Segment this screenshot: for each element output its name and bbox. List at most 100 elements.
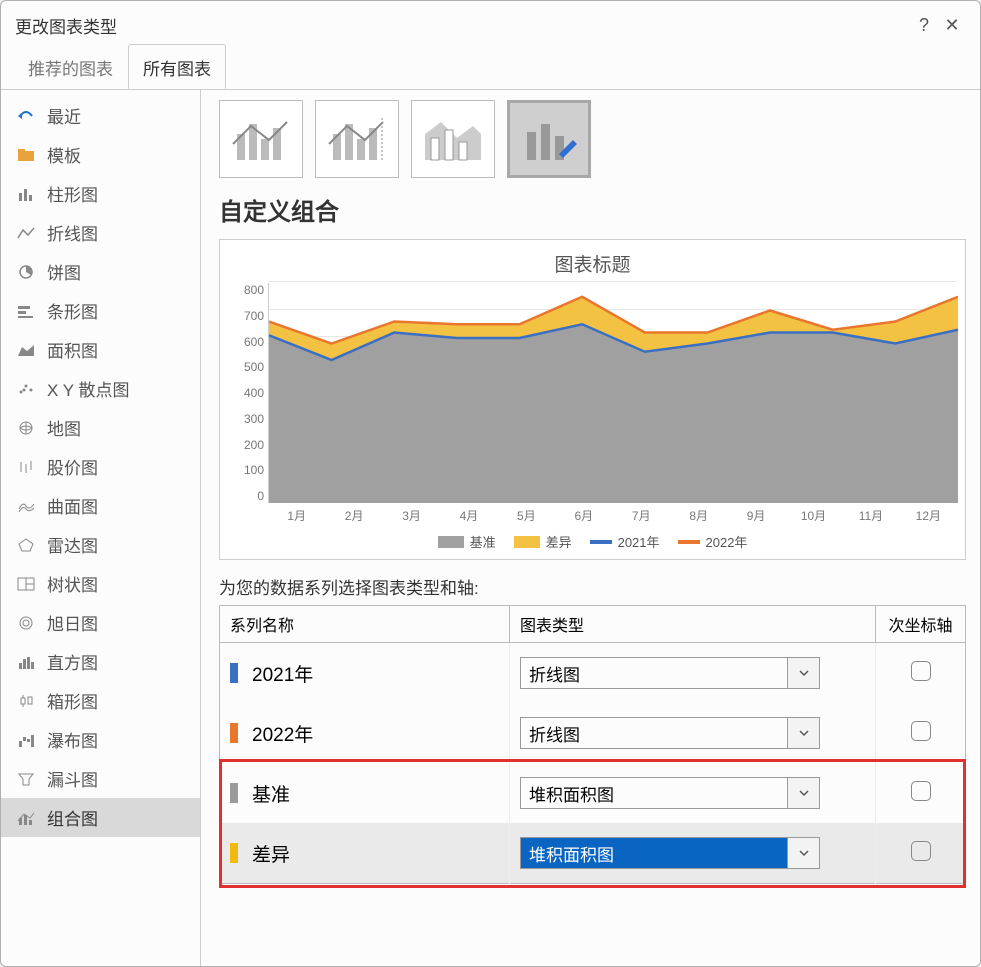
y-tick: 0 xyxy=(257,489,264,503)
undo-icon xyxy=(15,107,37,125)
x-axis: 1月2月3月4月5月6月7月8月9月10月11月12月 xyxy=(268,503,957,524)
funnel-chart-icon xyxy=(15,770,37,788)
series-row: 差异堆积面积图 xyxy=(220,823,966,884)
sidebar-item-label: X Y 散点图 xyxy=(47,376,130,401)
x-tick: 8月 xyxy=(670,503,727,524)
sidebar-item-17[interactable]: 漏斗图 xyxy=(1,759,200,798)
sidebar-item-label: 条形图 xyxy=(47,298,98,323)
chart-type-select[interactable]: 堆积面积图 xyxy=(520,837,820,869)
sidebar-item-label: 最近 xyxy=(47,103,81,128)
x-tick: 12月 xyxy=(900,503,957,524)
legend-label: 基准 xyxy=(470,532,496,551)
legend-swatch xyxy=(514,536,540,548)
sidebar-item-label: 面积图 xyxy=(47,337,98,362)
select-value: 折线图 xyxy=(521,658,787,688)
sidebar-item-label: 地图 xyxy=(47,415,81,440)
sidebar-item-12[interactable]: 树状图 xyxy=(1,564,200,603)
legend-swatch xyxy=(590,540,612,544)
sidebar-item-label: 组合图 xyxy=(47,805,98,830)
line-chart-icon xyxy=(15,224,37,242)
help-button[interactable]: ? xyxy=(910,11,938,39)
folder-icon xyxy=(15,146,37,164)
sidebar-item-label: 股价图 xyxy=(47,454,98,479)
chart-type-select[interactable]: 折线图 xyxy=(520,657,820,689)
sidebar-item-2[interactable]: 柱形图 xyxy=(1,174,200,213)
bar-chart-icon xyxy=(15,302,37,320)
chart-legend: 基准差异2021年2022年 xyxy=(228,532,957,551)
y-tick: 400 xyxy=(244,386,264,400)
legend-label: 差异 xyxy=(546,532,572,551)
series-name-label: 2022年 xyxy=(252,720,313,747)
chart-type-select[interactable]: 折线图 xyxy=(520,717,820,749)
boxplot-chart-icon xyxy=(15,692,37,710)
main-panel: 自定义组合 图表标题 8007006005004003002001000 1月2… xyxy=(201,90,980,966)
sidebar-item-8[interactable]: 地图 xyxy=(1,408,200,447)
legend-label: 2022年 xyxy=(706,532,748,551)
sidebar-item-6[interactable]: 面积图 xyxy=(1,330,200,369)
sidebar-item-16[interactable]: 瀑布图 xyxy=(1,720,200,759)
x-tick: 6月 xyxy=(555,503,612,524)
chevron-down-icon[interactable] xyxy=(787,658,819,688)
chevron-down-icon[interactable] xyxy=(787,778,819,808)
select-value: 折线图 xyxy=(521,718,787,748)
y-axis: 8007006005004003002001000 xyxy=(228,283,268,503)
secondary-axis-checkbox[interactable] xyxy=(911,841,931,861)
series-prompt: 为您的数据系列选择图表类型和轴: xyxy=(219,574,966,599)
legend-swatch xyxy=(438,536,464,548)
x-tick: 3月 xyxy=(383,503,440,524)
sidebar-item-13[interactable]: 旭日图 xyxy=(1,603,200,642)
series-row: 基准堆积面积图 xyxy=(220,763,966,823)
series-color-swatch xyxy=(230,783,238,803)
close-button[interactable]: ✕ xyxy=(938,11,966,39)
sidebar-item-9[interactable]: 股价图 xyxy=(1,447,200,486)
secondary-axis-checkbox[interactable] xyxy=(911,781,931,801)
waterfall-chart-icon xyxy=(15,731,37,749)
combo-subtype-2[interactable] xyxy=(315,100,399,178)
combo-subtype-3[interactable] xyxy=(411,100,495,178)
surface-chart-icon xyxy=(15,497,37,515)
x-tick: 5月 xyxy=(498,503,555,524)
column-chart-icon xyxy=(15,185,37,203)
y-tick: 600 xyxy=(244,335,264,349)
chart-type-select[interactable]: 堆积面积图 xyxy=(520,777,820,809)
sidebar-item-5[interactable]: 条形图 xyxy=(1,291,200,330)
sidebar-item-label: 模板 xyxy=(47,142,81,167)
sunburst-chart-icon xyxy=(15,614,37,632)
sidebar-item-15[interactable]: 箱形图 xyxy=(1,681,200,720)
sidebar-item-0[interactable]: 最近 xyxy=(1,96,200,135)
sidebar-item-10[interactable]: 曲面图 xyxy=(1,486,200,525)
secondary-axis-checkbox[interactable] xyxy=(911,661,931,681)
sidebar-item-4[interactable]: 饼图 xyxy=(1,252,200,291)
titlebar: 更改图表类型 ? ✕ xyxy=(1,1,980,43)
series-row: 2021年折线图 xyxy=(220,643,966,704)
chevron-down-icon[interactable] xyxy=(787,718,819,748)
x-tick: 11月 xyxy=(842,503,899,524)
tab-all-charts[interactable]: 所有图表 xyxy=(128,44,226,89)
secondary-axis-checkbox[interactable] xyxy=(911,721,931,741)
tab-recommended[interactable]: 推荐的图表 xyxy=(13,44,128,89)
sidebar-item-3[interactable]: 折线图 xyxy=(1,213,200,252)
y-tick: 300 xyxy=(244,412,264,426)
sidebar-item-label: 饼图 xyxy=(47,259,81,284)
combo-subtype-1[interactable] xyxy=(219,100,303,178)
series-name-cell: 基准 xyxy=(230,780,499,807)
combo-chart-icon xyxy=(15,809,37,827)
map-chart-icon xyxy=(15,419,37,437)
y-tick: 800 xyxy=(244,283,264,297)
pie-chart-icon xyxy=(15,263,37,281)
chevron-down-icon[interactable] xyxy=(787,838,819,868)
sidebar-item-18[interactable]: 组合图 xyxy=(1,798,200,837)
legend-item: 2022年 xyxy=(678,532,748,551)
sidebar-item-14[interactable]: 直方图 xyxy=(1,642,200,681)
plot-area xyxy=(268,283,957,503)
sidebar-item-label: 雷达图 xyxy=(47,532,98,557)
sidebar-item-label: 折线图 xyxy=(47,220,98,245)
sidebar-item-7[interactable]: X Y 散点图 xyxy=(1,369,200,408)
sidebar-item-label: 直方图 xyxy=(47,649,98,674)
chart-preview: 图表标题 8007006005004003002001000 1月2月3月4月5… xyxy=(219,239,966,560)
x-tick: 1月 xyxy=(268,503,325,524)
series-name-cell: 2022年 xyxy=(230,720,499,747)
sidebar-item-1[interactable]: 模板 xyxy=(1,135,200,174)
sidebar-item-11[interactable]: 雷达图 xyxy=(1,525,200,564)
combo-subtype-custom[interactable] xyxy=(507,100,591,178)
